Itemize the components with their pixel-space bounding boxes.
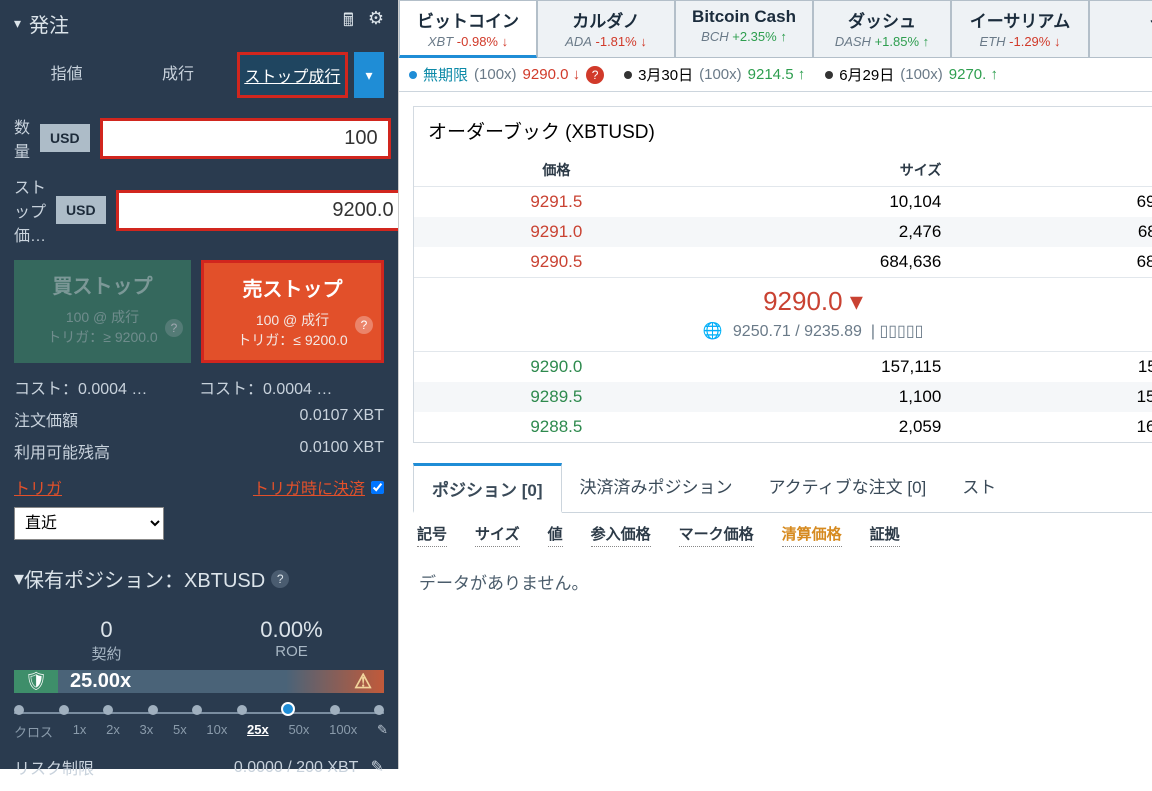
- orderbook-row[interactable]: 9291.510,104697,216: [414, 187, 1152, 217]
- close-on-trigger-checkbox[interactable]: トリガ時に決済: [253, 475, 384, 499]
- stop-price-label: ストップ価…: [14, 174, 46, 246]
- contracts-value: 0: [14, 617, 199, 643]
- shield-icon: 🛡: [14, 670, 58, 693]
- edit-icon[interactable]: ✎: [377, 722, 388, 741]
- market-tab-[interactable]: イ: [1089, 0, 1152, 58]
- cost-sell: コスト：0.0004 …: [199, 375, 384, 399]
- qty-input[interactable]: [100, 118, 391, 159]
- gear-icon[interactable]: ⚙: [368, 8, 384, 38]
- column-header[interactable]: 清算価格: [782, 523, 842, 547]
- leverage-stop[interactable]: [192, 705, 202, 715]
- price-unit[interactable]: USD: [56, 196, 106, 224]
- globe-icon: 🌐: [703, 323, 723, 340]
- column-header[interactable]: サイズ: [475, 523, 520, 547]
- warning-icon: ⚠: [354, 669, 372, 694]
- leverage-stop[interactable]: [330, 705, 340, 715]
- order-value-label: 注文価額: [14, 407, 78, 431]
- roe-label: ROE: [199, 643, 384, 660]
- column-header[interactable]: 記号: [417, 523, 447, 547]
- cost-buy: コスト：0.0004 …: [14, 375, 199, 399]
- chevron-down-icon: ▾: [14, 566, 24, 591]
- contract-item[interactable]: 6月29日 (100x) 9270. ↑: [825, 64, 998, 85]
- help-icon[interactable]: ?: [586, 66, 604, 84]
- leverage-stop[interactable]: [14, 705, 24, 715]
- mid-price: 9290.0 ▾: [414, 286, 1152, 317]
- leverage-stop[interactable]: [103, 705, 113, 715]
- stop-price-input[interactable]: [116, 190, 407, 231]
- trigger-link[interactable]: トリガ: [14, 475, 62, 499]
- col-size: サイズ: [685, 160, 942, 180]
- column-header[interactable]: 証拠: [870, 523, 900, 547]
- leverage-stop[interactable]: [148, 705, 158, 715]
- chevron-down-icon: ▾: [14, 15, 21, 32]
- trigger-type-select[interactable]: 直近: [14, 507, 164, 540]
- qty-unit[interactable]: USD: [40, 124, 90, 152]
- help-icon[interactable]: ?: [271, 570, 289, 588]
- col-price: 価格: [428, 160, 685, 180]
- orderbook-row[interactable]: 9289.51,100158,215: [414, 382, 1152, 412]
- mid-indices: 🌐 9250.71 / 9235.89 | ▯▯▯▯▯: [414, 321, 1152, 341]
- calculator-icon[interactable]: 🖩: [343, 8, 354, 38]
- contract-item[interactable]: 無期限 (100x) 9290.0 ↓?: [409, 64, 604, 85]
- avail-label: 利用可能残高: [14, 439, 110, 463]
- roe-value: 0.00%: [199, 617, 384, 643]
- position-section-header[interactable]: ▾ 保有ポジション：XBTUSD ?: [0, 550, 398, 597]
- orderbook-title: オーダーブック (XBTUSD): [428, 117, 655, 144]
- leverage-slider[interactable]: [14, 705, 384, 716]
- bottom-tab[interactable]: スト: [944, 463, 1014, 512]
- market-tab-XBT[interactable]: ビットコインXBT -0.98% ↓: [399, 0, 537, 58]
- leverage-stop[interactable]: [59, 705, 69, 715]
- leverage-value-bar: 25.00x ⚠: [58, 670, 384, 693]
- market-tab-BCH[interactable]: Bitcoin CashBCH +2.35% ↑: [675, 0, 813, 58]
- col-total: 合計: [941, 160, 1152, 180]
- orderbook-row[interactable]: 9288.52,059160,274: [414, 412, 1152, 442]
- avail-value: 0.0100 XBT: [300, 439, 385, 463]
- contract-item[interactable]: 3月30日 (100x) 9214.5 ↑: [624, 64, 805, 85]
- qty-label: 数量: [14, 114, 30, 162]
- leverage-stop[interactable]: [237, 705, 247, 715]
- leverage-stop[interactable]: [374, 705, 384, 715]
- orderbook-row[interactable]: 9290.0157,115157,115: [414, 352, 1152, 382]
- market-tab-DASH[interactable]: ダッシュDASH +1.85% ↑: [813, 0, 951, 58]
- tab-limit[interactable]: 指値: [14, 52, 119, 98]
- help-icon[interactable]: ?: [165, 319, 183, 337]
- order-title: 発注: [29, 9, 69, 38]
- column-header[interactable]: マーク価格: [679, 523, 754, 547]
- bottom-tab[interactable]: 決済済みポジション: [562, 463, 751, 512]
- orderbook-row[interactable]: 9290.5684,636684,636: [414, 247, 1152, 277]
- order-section-header[interactable]: ▾ 発注 🖩 ⚙: [0, 0, 398, 46]
- risk-label: リスク制限: [14, 755, 94, 779]
- market-tab-ETH[interactable]: イーサリアムETH -1.29% ↓: [951, 0, 1089, 58]
- market-tab-ADA[interactable]: カルダノADA -1.81% ↓: [537, 0, 675, 58]
- leverage-stop[interactable]: [281, 702, 295, 716]
- order-type-dropdown[interactable]: ▾: [354, 52, 384, 98]
- order-value: 0.0107 XBT: [300, 407, 385, 431]
- contracts-label: 契約: [14, 643, 199, 664]
- empty-message: データがありません。: [399, 557, 1152, 606]
- column-header[interactable]: 参入価格: [591, 523, 651, 547]
- help-icon[interactable]: ?: [355, 316, 373, 334]
- bottom-tab[interactable]: アクティブな注文 [0]: [751, 463, 945, 512]
- edit-icon[interactable]: ✎: [371, 759, 384, 776]
- orderbook-row[interactable]: 9291.02,476687,112: [414, 217, 1152, 247]
- chevron-down-icon: ▾: [850, 286, 863, 316]
- column-header[interactable]: 値: [548, 523, 563, 547]
- tab-stop[interactable]: ストップ成行: [237, 52, 348, 98]
- buy-stop-button[interactable]: 買ストップ 100 @ 成行 トリガ：≥ 9200.0 ?: [14, 260, 191, 363]
- sell-stop-button[interactable]: 売ストップ 100 @ 成行 トリガ：≤ 9200.0 ?: [201, 260, 384, 363]
- position-title: 保有ポジション：XBTUSD: [24, 564, 265, 593]
- risk-value: 0.0000 / 200 XBT: [234, 759, 358, 776]
- tab-market[interactable]: 成行: [125, 52, 230, 98]
- bottom-tab[interactable]: ポジション [0]: [413, 463, 562, 513]
